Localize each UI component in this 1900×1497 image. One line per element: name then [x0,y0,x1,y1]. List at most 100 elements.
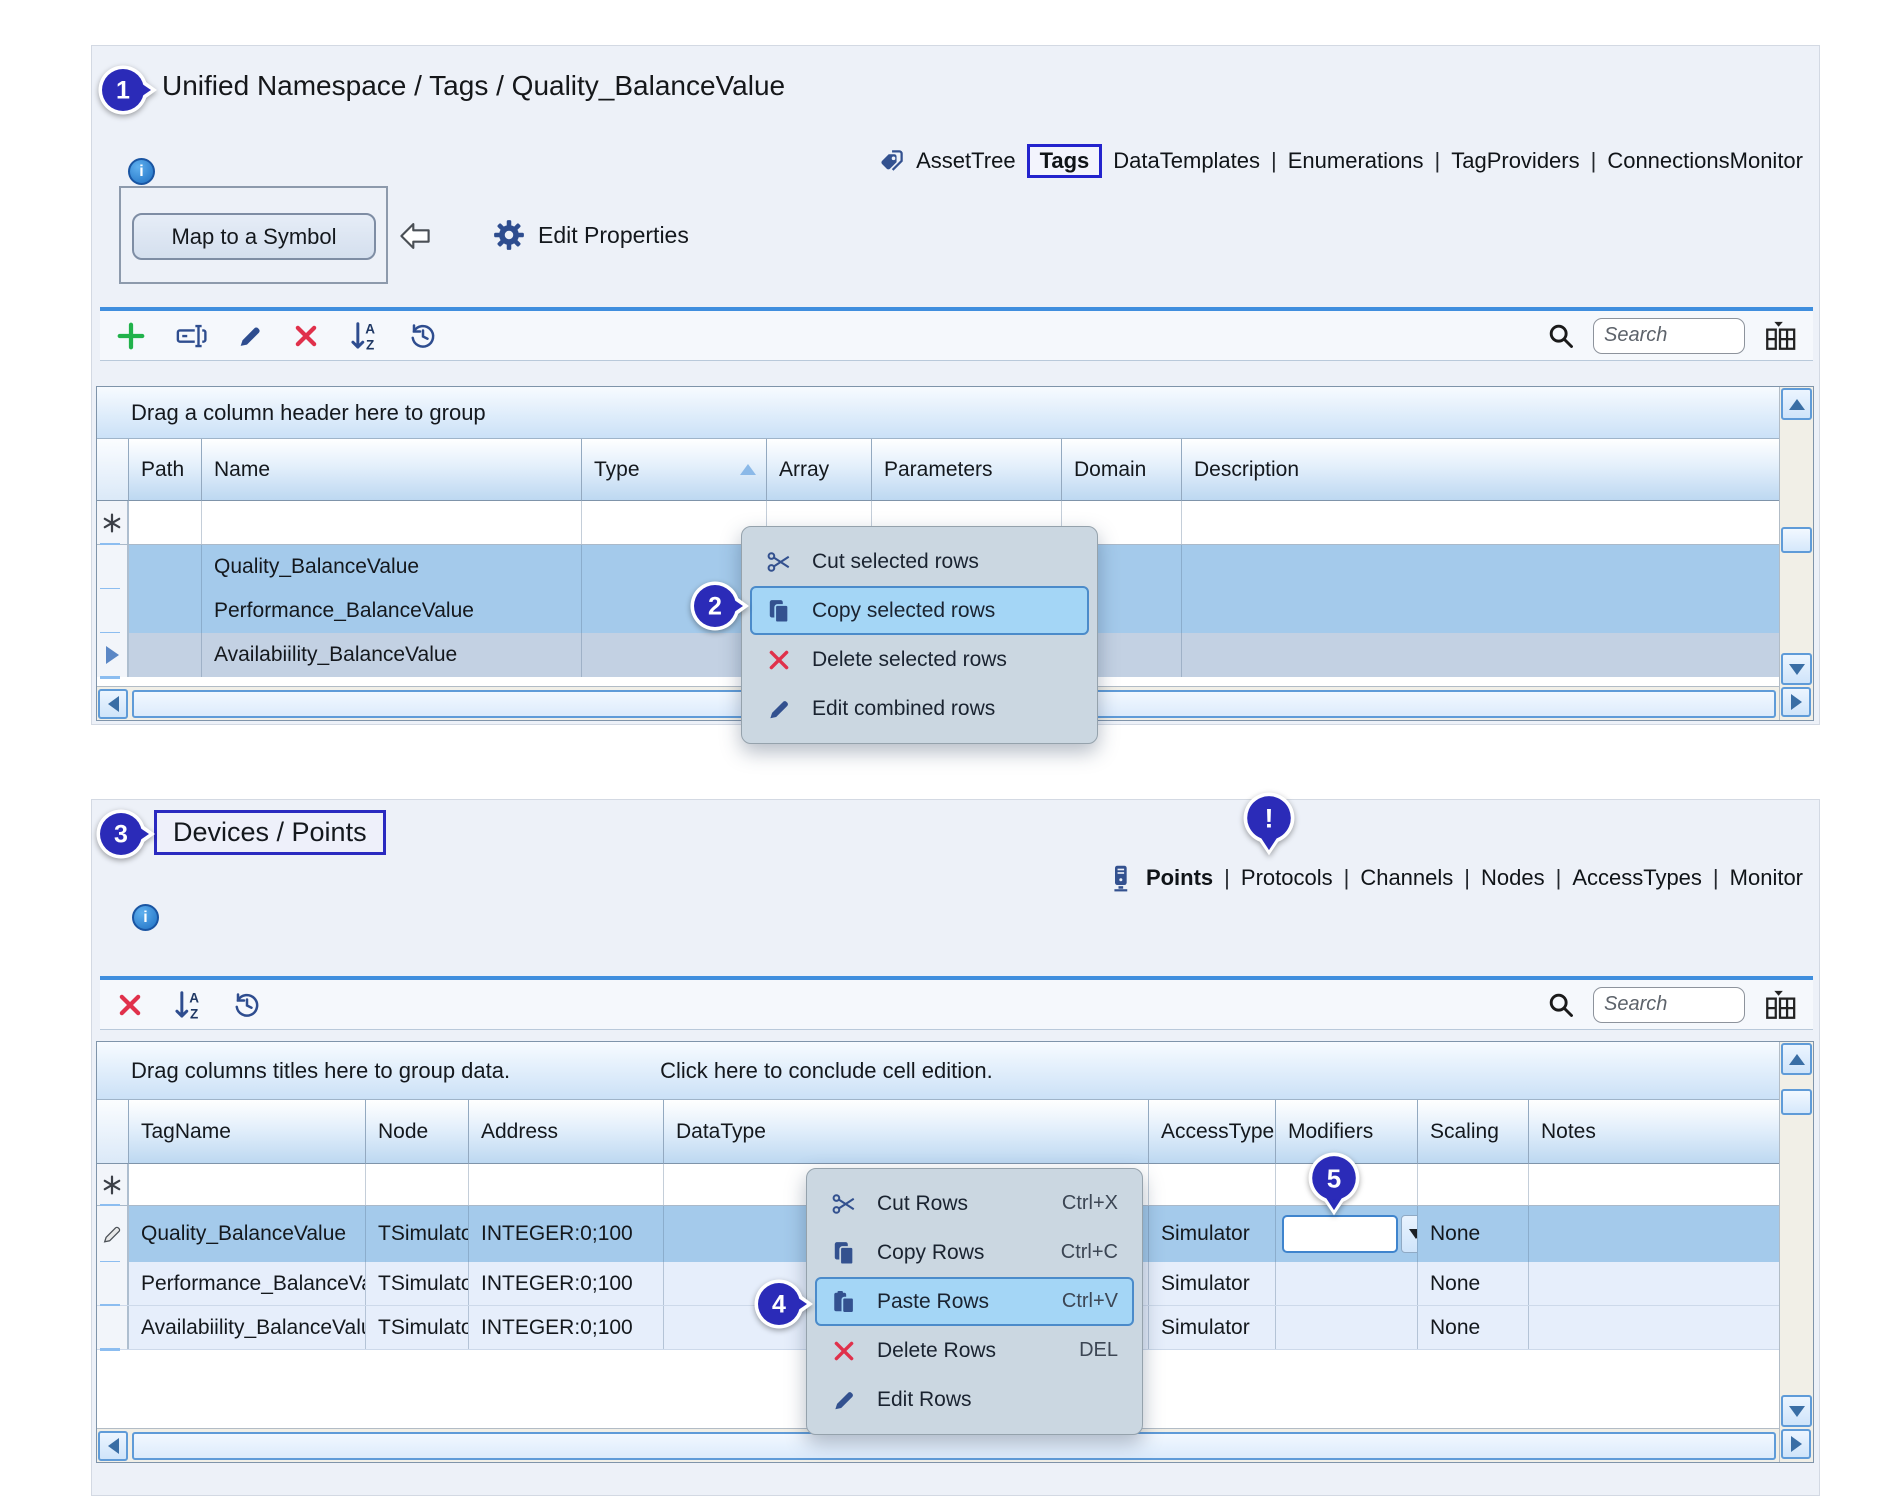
group-by-bar[interactable]: Drag columns titles here to group data. … [97,1042,1779,1100]
vertical-scrollbar[interactable] [1779,1042,1813,1462]
column-header-array[interactable]: Array [767,439,872,501]
node-cell[interactable]: TSimulator [366,1306,469,1349]
tab-points[interactable]: Points [1146,865,1213,891]
tab-tagproviders[interactable]: TagProviders [1451,148,1579,174]
accesstype-cell[interactable]: Simulator [1149,1306,1276,1349]
group-by-bar[interactable]: Drag a column header here to group [97,387,1779,439]
column-header-address[interactable]: Address [469,1100,664,1164]
tag-name-cell[interactable]: Quality_BalanceValue [202,545,582,589]
column-header-type[interactable]: Type [582,439,767,501]
scroll-down-button[interactable] [1781,653,1812,685]
modifiers-combo-input[interactable] [1282,1215,1398,1253]
tag-name-cell[interactable]: Availabiility_BalanceValue [202,633,582,677]
vertical-scroll-thumb[interactable] [1781,527,1812,553]
column-header-node[interactable]: Node [366,1100,469,1164]
history-button[interactable] [232,990,262,1020]
edit-properties-action[interactable]: Edit Properties [492,218,689,252]
accesstype-cell[interactable]: Simulator [1149,1206,1276,1262]
rename-button[interactable] [174,321,208,351]
scroll-up-button[interactable] [1781,1043,1812,1075]
delete-row-button[interactable] [292,322,320,350]
column-header-parameters[interactable]: Parameters [872,439,1062,501]
notes-cell[interactable] [1529,1206,1779,1262]
modifiers-cell[interactable] [1276,1306,1418,1349]
scroll-right-button[interactable] [1781,687,1811,717]
menu-item-edit-combined-rows[interactable]: Edit combined rows [750,684,1089,733]
tab-datatemplates[interactable]: DataTemplates [1113,148,1260,174]
column-header-scaling[interactable]: Scaling [1418,1100,1529,1164]
row-selector[interactable] [97,589,129,633]
search-input[interactable] [1593,318,1745,354]
modifiers-dropdown-button[interactable] [1401,1215,1418,1253]
history-button[interactable] [408,321,438,351]
tab-enumerations[interactable]: Enumerations [1288,148,1424,174]
sort-button[interactable]: A Z [172,989,204,1021]
address-cell[interactable]: INTEGER:0;100 [469,1306,664,1349]
horizontal-scroll-thumb[interactable] [132,1432,1776,1460]
scaling-cell[interactable]: None [1418,1262,1529,1305]
info-icon[interactable]: i [128,158,155,185]
tagname-cell[interactable]: Performance_BalanceValue [129,1262,366,1305]
scroll-right-button[interactable] [1781,1429,1811,1459]
node-cell[interactable]: TSimulator [366,1206,469,1262]
menu-item-copy-rows[interactable]: Copy Rows Ctrl+C [815,1228,1134,1277]
vertical-scroll-track[interactable] [1780,1076,1813,1394]
menu-item-cut-rows[interactable]: Cut Rows Ctrl+X [815,1179,1134,1228]
column-header-domain[interactable]: Domain [1062,439,1182,501]
tab-tags[interactable]: Tags [1027,144,1103,178]
conclude-edit-hint[interactable]: Click here to conclude cell edition. [660,1058,993,1084]
notes-cell[interactable] [1529,1306,1779,1349]
menu-item-cut-selected-rows[interactable]: Cut selected rows [750,537,1089,586]
scroll-up-button[interactable] [1781,388,1812,420]
column-chooser-icon[interactable] [1763,988,1797,1022]
notes-cell[interactable] [1529,1262,1779,1305]
node-cell[interactable]: TSimulator [366,1262,469,1305]
back-arrow-icon[interactable] [398,220,432,252]
address-cell[interactable]: INTEGER:0;100 [469,1206,664,1262]
row-selector[interactable] [97,1306,129,1349]
search-input[interactable] [1593,987,1745,1023]
menu-item-paste-rows[interactable]: Paste Rows Ctrl+V [815,1277,1134,1326]
tab-protocols[interactable]: Protocols [1241,865,1333,891]
sort-button[interactable]: A Z [348,320,380,352]
scroll-left-button[interactable] [98,1431,128,1461]
row-selector-editing[interactable] [97,1206,129,1262]
vertical-scroll-thumb[interactable] [1781,1089,1812,1115]
column-header-notes[interactable]: Notes [1529,1100,1779,1164]
info-icon[interactable]: i [132,904,159,931]
new-row-selector[interactable] [97,1164,129,1205]
tab-connectionsmonitor[interactable]: ConnectionsMonitor [1607,148,1803,174]
menu-item-copy-selected-rows[interactable]: Copy selected rows [750,586,1089,635]
map-to-symbol-button[interactable]: Map to a Symbol [132,213,376,260]
vertical-scroll-track[interactable] [1780,421,1813,652]
tab-channels[interactable]: Channels [1360,865,1453,891]
column-chooser-icon[interactable] [1763,319,1797,353]
scaling-cell[interactable]: None [1418,1306,1529,1349]
column-header-name[interactable]: Name [202,439,582,501]
modifiers-cell[interactable] [1276,1262,1418,1305]
edit-row-button[interactable] [236,322,264,350]
tab-accesstypes[interactable]: AccessTypes [1572,865,1702,891]
tab-nodes[interactable]: Nodes [1481,865,1545,891]
row-selector-current[interactable] [97,633,129,677]
column-header-path[interactable]: Path [129,439,202,501]
scroll-left-button[interactable] [98,689,128,719]
column-header-datatype[interactable]: DataType [664,1100,1149,1164]
row-selector[interactable] [97,1262,129,1305]
menu-item-delete-selected-rows[interactable]: Delete selected rows [750,635,1089,684]
add-row-button[interactable] [116,321,146,351]
column-header-description[interactable]: Description [1182,439,1779,501]
menu-item-delete-rows[interactable]: Delete Rows DEL [815,1326,1134,1375]
new-row-selector[interactable] [97,501,129,544]
delete-row-button[interactable] [116,991,144,1019]
vertical-scrollbar[interactable] [1779,387,1813,720]
column-header-tagname[interactable]: TagName [129,1100,366,1164]
tab-monitor[interactable]: Monitor [1730,865,1803,891]
tagname-cell[interactable]: Availabiility_BalanceValue [129,1306,366,1349]
row-selector[interactable] [97,545,129,589]
tag-name-cell[interactable]: Performance_BalanceValue [202,589,582,633]
tab-assettree[interactable]: AssetTree [916,148,1015,174]
address-cell[interactable]: INTEGER:0;100 [469,1262,664,1305]
scaling-cell[interactable]: None [1418,1206,1529,1262]
scroll-down-button[interactable] [1781,1395,1812,1427]
